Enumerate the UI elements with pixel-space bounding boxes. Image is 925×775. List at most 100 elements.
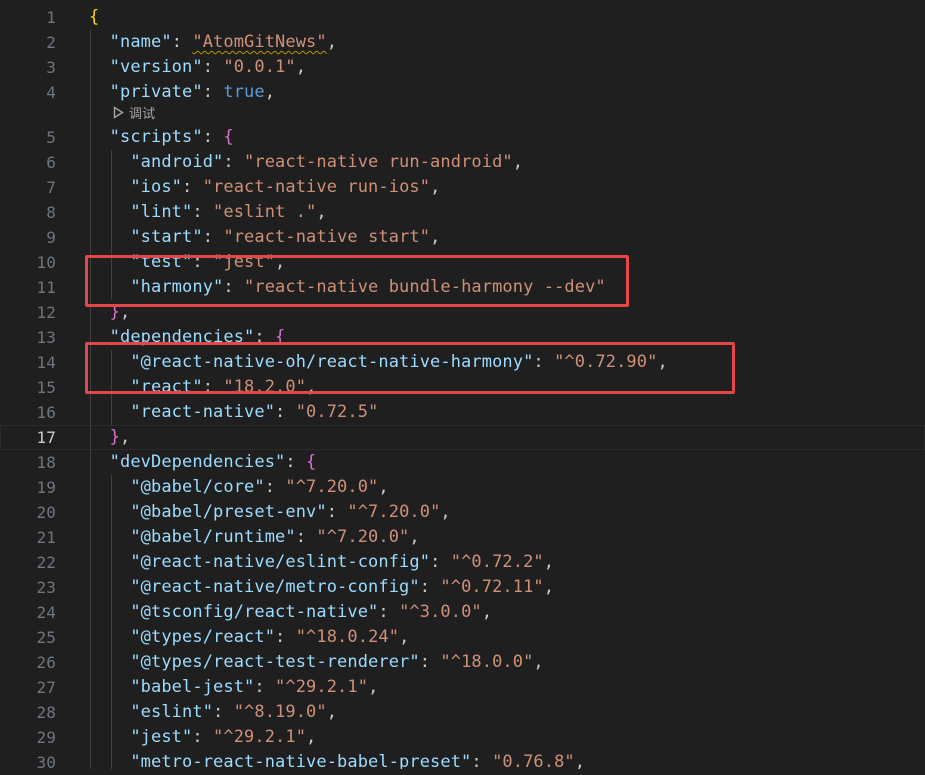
json-key: "name": [109, 32, 172, 52]
code-text[interactable]: "@babel/preset-env": "^7.20.0",: [89, 500, 451, 525]
code-line[interactable]: 8 "lint": "eslint .",: [0, 200, 925, 225]
code-text[interactable]: "ios": "react-native run-ios",: [89, 175, 440, 200]
code-text[interactable]: "harmony": "react-native bundle-harmony …: [89, 275, 606, 300]
code-text[interactable]: "android": "react-native run-android",: [89, 150, 523, 175]
json-key: "ios": [130, 177, 183, 197]
punctuation: :: [202, 57, 224, 77]
line-number: 18: [36, 453, 56, 472]
bracket: {: [223, 127, 234, 147]
code-line[interactable]: 5 "scripts": {: [0, 125, 925, 150]
code-text[interactable]: "@types/react": "^18.0.24",: [89, 625, 409, 650]
code-line[interactable]: 19 "@babel/core": "^7.20.0",: [0, 475, 925, 500]
code-line[interactable]: 11 "harmony": "react-native bundle-harmo…: [0, 275, 925, 300]
code-text[interactable]: "@babel/runtime": "^7.20.0",: [89, 525, 420, 550]
code-line[interactable]: 6 "android": "react-native run-android",: [0, 150, 925, 175]
code-line[interactable]: 20 "@babel/preset-env": "^7.20.0",: [0, 500, 925, 525]
code-line[interactable]: 23 "@react-native/metro-config": "^0.72.…: [0, 575, 925, 600]
code-text[interactable]: "devDependencies": {: [89, 450, 317, 475]
code-line[interactable]: 3 "version": "0.0.1",: [0, 55, 925, 80]
code-text[interactable]: "dependencies": {: [89, 325, 286, 350]
punctuation: :: [264, 477, 286, 497]
codelens-debug-link[interactable]: 调试: [113, 105, 155, 125]
punctuation: ,: [543, 577, 555, 597]
code-line[interactable]: 1{: [0, 5, 925, 30]
json-key: "jest": [130, 727, 193, 747]
code-text[interactable]: "@react-native-oh/react-native-harmony":…: [89, 350, 668, 375]
json-string: "^0.72.90": [554, 352, 658, 372]
json-key: "scripts": [109, 127, 203, 147]
code-text[interactable]: },: [89, 300, 131, 325]
code-text[interactable]: "name": "AtomGitNews",: [89, 30, 337, 55]
code-line[interactable]: 9 "start": "react-native start",: [0, 225, 925, 250]
json-string: "^29.2.1": [275, 677, 369, 697]
code-text[interactable]: "scripts": {: [89, 125, 234, 150]
code-text[interactable]: "react-native": "0.72.5": [89, 400, 378, 425]
punctuation: :: [171, 32, 193, 52]
code-text[interactable]: },: [89, 425, 131, 450]
code-text[interactable]: "@types/react-test-renderer": "^18.0.0",: [89, 650, 544, 675]
code-editor[interactable]: 1{2 "name": "AtomGitNews", 3 "version": "…: [0, 0, 925, 775]
line-number: 7: [46, 178, 56, 197]
bracket: }: [109, 302, 121, 322]
code-line[interactable]: 14 "@react-native-oh/react-native-harmon…: [0, 350, 925, 375]
code-line[interactable]: 28 "eslint": "^8.19.0",: [0, 700, 925, 725]
json-string: "^0.72.2": [450, 552, 544, 572]
line-number: 17: [36, 428, 56, 447]
code-line[interactable]: 10 "test": "jest",: [0, 250, 925, 275]
json-string: "18.2.0": [223, 377, 307, 397]
code-line[interactable]: 25 "@types/react": "^18.0.24",: [0, 625, 925, 650]
code-line[interactable]: 2 "name": "AtomGitNews",: [0, 30, 925, 55]
code-line[interactable]: 15 "react": "18.2.0",: [0, 375, 925, 400]
code-text[interactable]: "react": "18.2.0",: [89, 375, 316, 400]
line-number: 4: [46, 83, 56, 102]
code-line[interactable]: 29 "jest": "^29.2.1",: [0, 725, 925, 750]
punctuation: :: [213, 702, 234, 722]
punctuation: :: [202, 227, 224, 247]
code-text[interactable]: "jest": "^29.2.1",: [89, 725, 316, 750]
code-text[interactable]: "babel-jest": "^29.2.1",: [89, 675, 378, 700]
code-text[interactable]: "eslint": "^8.19.0",: [89, 700, 337, 725]
code-text[interactable]: "@tsconfig/react-native": "^3.0.0",: [89, 600, 492, 625]
code-line[interactable]: 12 },: [0, 300, 925, 325]
json-string: "^18.0.24": [295, 627, 400, 647]
code-text[interactable]: "@react-native/eslint-config": "^0.72.2"…: [89, 550, 554, 575]
codelens-debug-label[interactable]: 调试: [129, 107, 155, 122]
code-text[interactable]: "private": true,: [89, 80, 275, 105]
punctuation: ,: [306, 377, 317, 397]
json-key: "android": [130, 152, 224, 172]
code-text[interactable]: {: [89, 5, 99, 30]
code-line[interactable]: 27 "babel-jest": "^29.2.1",: [0, 675, 925, 700]
code-area[interactable]: 1{2 "name": "AtomGitNews", 3 "version": "…: [0, 5, 925, 775]
code-text[interactable]: "test": "jest",: [89, 250, 285, 275]
code-line[interactable]: 7 "ios": "react-native run-ios",: [0, 175, 925, 200]
bracket: {: [89, 7, 100, 27]
code-text[interactable]: "lint": "eslint .",: [89, 200, 327, 225]
code-line[interactable]: 26 "@types/react-test-renderer": "^18.0.…: [0, 650, 925, 675]
punctuation: :: [202, 377, 224, 397]
code-line[interactable]: 18 "devDependencies": {: [0, 450, 925, 475]
json-string: "^7.20.0": [316, 527, 410, 547]
code-line[interactable]: 4 "private": true,: [0, 80, 925, 105]
json-key: "@babel/preset-env": [130, 502, 327, 522]
code-line[interactable]: 22 "@react-native/eslint-config": "^0.72…: [0, 550, 925, 575]
code-line-current[interactable]: 17 },: [0, 425, 925, 450]
json-key: "@babel/runtime": [130, 527, 296, 547]
json-string: "react-native bundle-harmony --dev": [244, 277, 606, 297]
punctuation: :: [430, 552, 451, 572]
code-line[interactable]: 24 "@tsconfig/react-native": "^3.0.0",: [0, 600, 925, 625]
code-text[interactable]: "version": "0.0.1",: [89, 55, 306, 80]
code-text[interactable]: "start": "react-native start",: [89, 225, 440, 250]
codelens-debug[interactable]: 调试: [0, 105, 925, 125]
line-number: 6: [46, 153, 56, 172]
code-line[interactable]: 13 "dependencies": {: [0, 325, 925, 350]
json-key: "harmony": [130, 277, 224, 297]
json-key: "eslint": [130, 702, 214, 722]
json-string: "0.0.1": [223, 57, 296, 77]
line-number: 27: [36, 678, 56, 697]
code-line[interactable]: 16 "react-native": "0.72.5": [0, 400, 925, 425]
json-string: "AtomGitNews": [192, 32, 327, 52]
json-key: "@babel/core": [130, 477, 265, 497]
code-line[interactable]: 21 "@babel/runtime": "^7.20.0",: [0, 525, 925, 550]
code-text[interactable]: "@babel/core": "^7.20.0",: [89, 475, 389, 500]
code-text[interactable]: "@react-native/metro-config": "^0.72.11"…: [89, 575, 554, 600]
